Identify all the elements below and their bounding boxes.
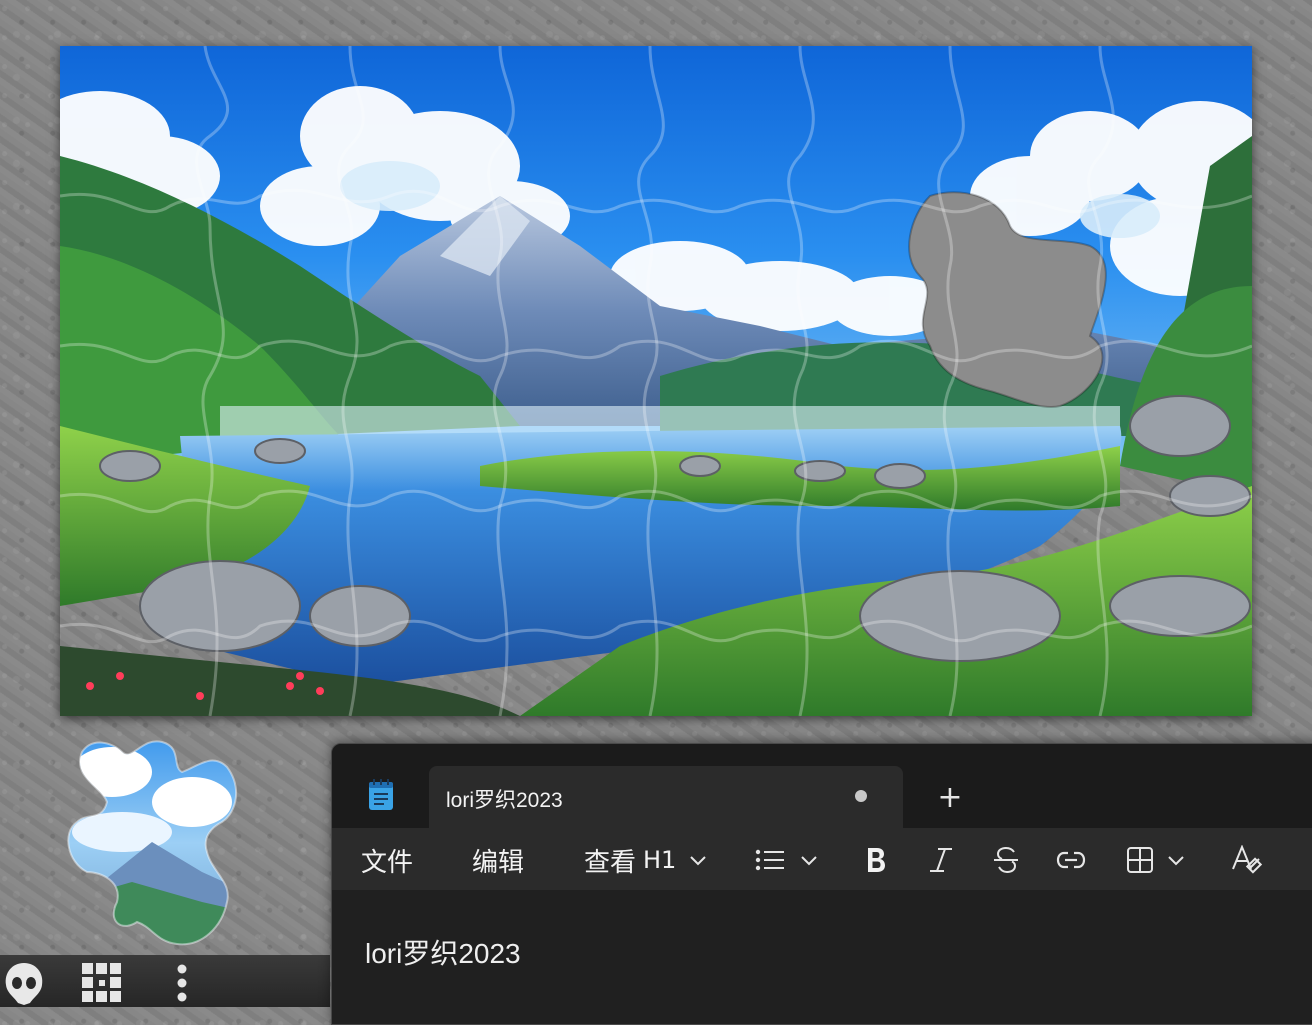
- notepad-icon: [368, 779, 394, 811]
- unsaved-dot-icon[interactable]: [855, 790, 867, 802]
- menu-file[interactable]: 文件: [361, 842, 413, 879]
- strikethrough-button[interactable]: [993, 844, 1019, 876]
- ghost-preview-button[interactable]: [2, 961, 46, 1005]
- list-dropdown[interactable]: [755, 844, 819, 876]
- menu-bar: 文件 编辑 查看 H1: [332, 828, 1312, 890]
- puzzle-board[interactable]: [60, 46, 1252, 716]
- bold-icon: [868, 848, 885, 872]
- clear-formatting-button[interactable]: [1231, 844, 1263, 876]
- chevron-down-icon: [801, 856, 817, 866]
- more-options-button[interactable]: [160, 961, 204, 1005]
- tab-bar: lori罗织2023 +: [332, 744, 1312, 828]
- puzzle-image: [60, 46, 1252, 716]
- bold-button[interactable]: [864, 844, 888, 876]
- bullet-list-icon: [755, 849, 784, 871]
- heading-dropdown[interactable]: H1: [643, 844, 708, 876]
- italic-button[interactable]: [928, 844, 954, 876]
- strikethrough-icon: [994, 846, 1018, 874]
- link-button[interactable]: [1056, 844, 1086, 876]
- loose-puzzle-piece[interactable]: [62, 732, 246, 954]
- italic-icon: [930, 848, 952, 872]
- editor-text[interactable]: lori罗织2023: [365, 932, 521, 972]
- new-tab-button[interactable]: +: [928, 778, 972, 818]
- game-toolbar: [0, 955, 330, 1007]
- link-icon: [1056, 851, 1086, 869]
- table-dropdown[interactable]: [1126, 844, 1186, 876]
- scatter-pieces-button[interactable]: [80, 961, 124, 1005]
- menu-view[interactable]: 查看: [584, 842, 636, 879]
- tab-document[interactable]: lori罗织2023: [429, 766, 903, 828]
- grid-scatter-icon: [82, 963, 121, 1002]
- notepad-window: lori罗织2023 + 文件 编辑 查看 H1 lori罗织2023: [331, 743, 1312, 1025]
- heading-label: H1: [643, 846, 677, 874]
- clear-format-icon: [1232, 845, 1263, 874]
- more-vertical-icon: [177, 964, 187, 1002]
- chevron-down-icon: [690, 856, 707, 866]
- puzzle-piece-icon: [67, 740, 238, 946]
- editor-area[interactable]: lori罗织2023: [332, 890, 1312, 1024]
- menu-edit[interactable]: 编辑: [472, 842, 524, 879]
- ghost-preview-icon: [5, 963, 43, 1005]
- chevron-down-icon: [1168, 856, 1184, 866]
- table-icon: [1127, 847, 1153, 873]
- tab-title: lori罗织2023: [446, 789, 563, 812]
